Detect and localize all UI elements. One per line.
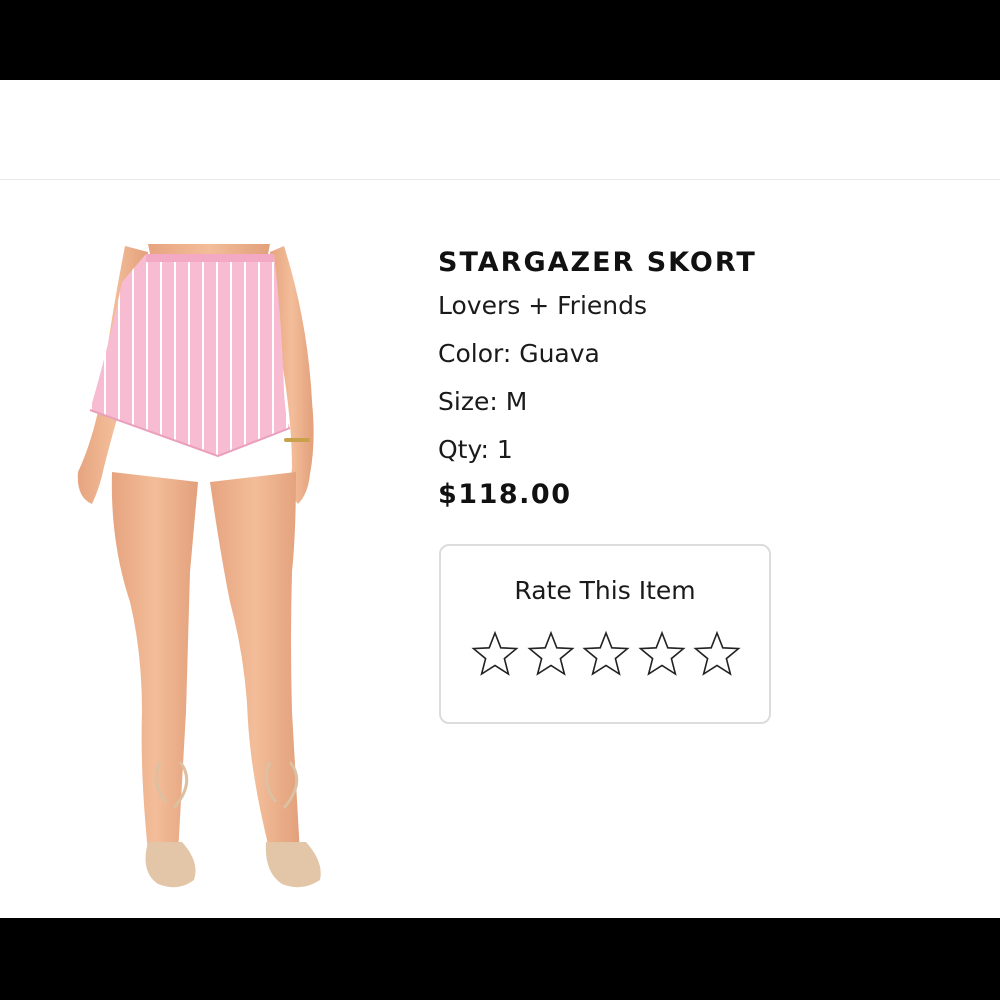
product-qty: Qty: 1 xyxy=(438,435,513,464)
star-5-icon[interactable] xyxy=(693,630,741,678)
bottom-black-bar xyxy=(0,918,1000,1000)
star-3-icon[interactable] xyxy=(582,630,630,678)
product-price: $118.00 xyxy=(438,479,572,510)
product-info: STARGAZER SKORT Lovers + Friends Color: … xyxy=(438,244,958,516)
product-size: Size: M xyxy=(438,387,528,416)
product-color: Color: Guava xyxy=(438,339,600,368)
header-divider xyxy=(0,179,1000,180)
star-2-icon[interactable] xyxy=(526,630,575,678)
star-1-icon[interactable] xyxy=(471,630,519,678)
rate-item-card: Rate This Item xyxy=(439,544,771,724)
product-brand[interactable]: Lovers + Friends xyxy=(438,282,958,330)
star-rating xyxy=(471,630,741,682)
top-black-bar xyxy=(0,0,1000,80)
product-screen: STARGAZER SKORT Lovers + Friends Color: … xyxy=(0,80,1000,918)
product-name[interactable]: STARGAZER SKORT xyxy=(438,244,958,282)
header-area xyxy=(0,80,1000,180)
product-image[interactable] xyxy=(70,242,330,902)
rate-item-title: Rate This Item xyxy=(514,576,696,605)
star-4-icon[interactable] xyxy=(637,630,686,678)
